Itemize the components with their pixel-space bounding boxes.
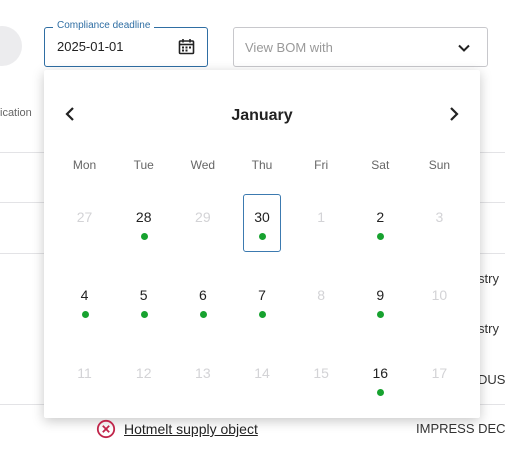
calendar-day: 17	[420, 350, 458, 408]
weekday-label: Sun	[428, 158, 451, 172]
compliance-deadline-field[interactable]: Compliance deadline 2025-01-01	[44, 19, 208, 67]
column-header: ication	[0, 107, 32, 119]
day-number: 10	[431, 287, 448, 303]
calendar-day: 15	[302, 350, 340, 408]
chevron-down-icon	[457, 41, 471, 55]
calendar-week: 27 28 29 30 1 2 3	[55, 178, 469, 256]
view-bom-placeholder: View BOM with	[245, 40, 333, 55]
compliance-deadline-label: Compliance deadline	[53, 19, 155, 33]
calendar-day[interactable]: 9	[361, 272, 399, 330]
month-title: January	[231, 107, 293, 124]
weekday-label: Fri	[314, 158, 329, 172]
date-picker-popup: January Mon Tue Wed Thu Fri Sat Sun 27 28 29 30 1 2…	[44, 70, 480, 418]
day-number: 30	[254, 209, 270, 225]
day-number: 28	[135, 209, 152, 225]
calendar-grid: Mon Tue Wed Thu Fri Sat Sun 27 28 29 30 1 2 3 4 5 6 7 8 9 1…	[55, 158, 469, 412]
calendar-icon[interactable]	[178, 38, 195, 55]
day-number: 3	[435, 209, 444, 225]
calendar-day[interactable]: 16	[361, 350, 399, 408]
event-dot-icon	[258, 233, 266, 240]
table-cell: IMPRESS DEC	[416, 421, 505, 436]
event-dot-icon	[81, 311, 89, 318]
error-circle-icon	[96, 419, 116, 439]
day-number: 9	[376, 287, 385, 303]
view-bom-select[interactable]: View BOM with	[233, 27, 488, 67]
day-number: 17	[431, 365, 448, 381]
event-dot-icon	[140, 233, 148, 240]
list-item: Hotmelt supply object	[96, 418, 258, 440]
weekday-label: Sat	[371, 158, 390, 172]
calendar-day: 12	[125, 350, 163, 408]
calendar-day[interactable]: 6	[184, 272, 222, 330]
calendar-day[interactable]: 28	[125, 194, 163, 252]
table-cell: stry	[478, 271, 499, 286]
table-cell: stry	[478, 321, 499, 336]
calendar-day[interactable]: 4	[66, 272, 104, 330]
day-number: 11	[77, 365, 92, 381]
day-number: 2	[376, 209, 385, 225]
calendar-day[interactable]: 7	[243, 272, 281, 330]
next-month-button[interactable]	[444, 104, 464, 124]
compliance-deadline-value[interactable]: 2025-01-01	[57, 39, 124, 54]
day-number: 15	[313, 365, 329, 381]
day-number: 5	[139, 287, 148, 303]
calendar-day: 1	[302, 194, 340, 252]
day-number: 14	[254, 365, 270, 381]
calendar-day: 10	[420, 272, 458, 330]
weekday-label: Tue	[133, 158, 154, 172]
event-dot-icon	[377, 311, 385, 318]
day-number: 12	[135, 365, 152, 381]
calendar-day-current[interactable]: 30	[242, 194, 281, 252]
calendar-day: 27	[66, 194, 104, 252]
day-number: 27	[76, 209, 93, 225]
calendar-week: 11 12 13 14 15 16 17	[55, 334, 469, 412]
event-dot-icon	[258, 311, 266, 318]
calendar-week: 4 5 6 7 8 9 10	[55, 256, 469, 334]
hotmelt-supply-object-link[interactable]: Hotmelt supply object	[124, 421, 258, 437]
day-number: 4	[80, 287, 89, 303]
event-dot-icon	[377, 233, 385, 240]
calendar-day[interactable]: 2	[361, 194, 399, 252]
weekday-label: Wed	[190, 158, 216, 172]
day-number: 29	[195, 209, 211, 225]
calendar-day: 13	[184, 350, 222, 408]
day-number: 16	[372, 365, 389, 381]
day-number: 13	[195, 365, 211, 381]
event-dot-icon	[199, 311, 207, 318]
calendar-day: 8	[302, 272, 340, 330]
table-cell: DUS	[478, 372, 505, 387]
calendar-day: 14	[243, 350, 281, 408]
day-number: 6	[198, 287, 207, 303]
day-number: 7	[258, 287, 266, 303]
calendar-day: 3	[420, 194, 458, 252]
calendar-day: 11	[66, 350, 104, 408]
avatar	[0, 26, 22, 66]
weekday-label: Thu	[251, 158, 273, 172]
day-number: 1	[317, 209, 326, 225]
calendar-day[interactable]: 5	[125, 272, 163, 330]
day-number: 8	[317, 287, 326, 303]
weekday-label: Mon	[72, 158, 97, 172]
weekday-header: Mon Tue Wed Thu Fri Sat Sun	[55, 158, 469, 178]
event-dot-icon	[140, 311, 148, 318]
event-dot-icon	[377, 389, 385, 396]
calendar-day: 29	[184, 194, 222, 252]
